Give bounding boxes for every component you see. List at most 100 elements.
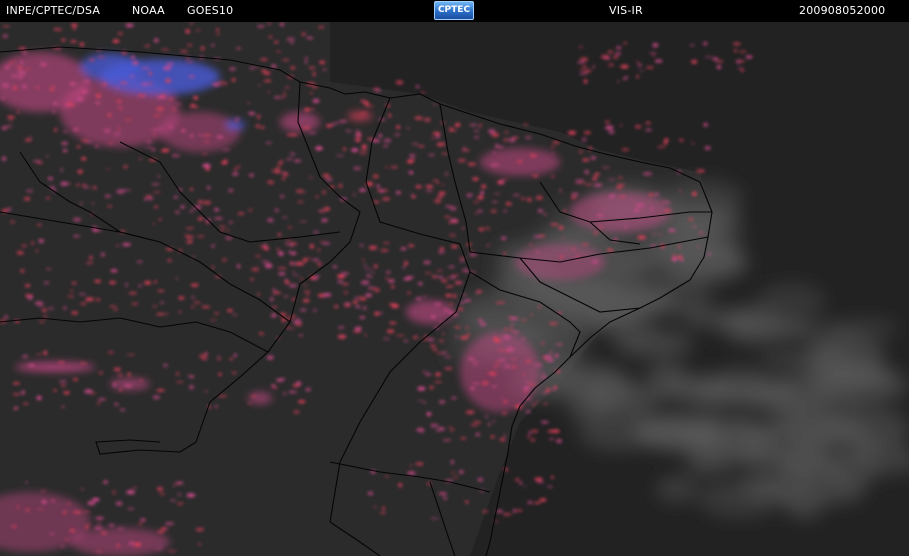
cloud-speck [80,302,87,305]
cloud-speck [699,231,703,233]
cloud-speck [293,410,300,414]
cloud-speck [448,127,454,132]
cloud-speck [61,405,65,408]
cloud-speck [745,55,753,59]
cloud-speck [231,372,237,374]
cloud-speck [322,190,326,194]
cloud-speck [362,258,365,262]
cloud-speck [113,382,117,387]
cloud-speck [549,351,553,353]
cloud-speck [577,61,586,64]
cloud-speck [341,283,349,286]
cloud-speck [417,145,425,148]
cloud-speck [290,251,297,255]
cloud-speck [109,523,115,527]
cloud-speck [458,469,464,474]
cloud-speck [284,243,292,245]
cloud-speck [563,209,567,213]
cloud-speck [255,66,260,68]
cloud-speck [281,95,286,99]
satellite-image [0,22,909,556]
cloud-speck [592,65,595,69]
cloud-speck [734,49,737,53]
cloud-speck [85,297,94,302]
cloud-speck [255,124,260,128]
cloud-speck [302,126,311,130]
cloud-speck [216,28,219,32]
cloud-speck [76,97,84,101]
cloud-speck [156,107,164,111]
cloud-speck [45,155,50,157]
cloud-speck [132,60,139,65]
cloud-speck [542,372,545,375]
cloud-speck [237,165,241,169]
cloud-speck [554,353,559,358]
cloud-speck [633,208,640,212]
cloud-speck [445,285,455,288]
cloud-speck [197,235,205,238]
cloud-speck [188,75,196,78]
cloud-speck [575,179,585,182]
cloud-speck [572,247,575,251]
cloud-speck [636,61,639,63]
cloud-speck [689,44,695,47]
low-cloud [784,401,844,437]
cloud-speck [504,131,508,134]
cloud-speck [289,263,299,265]
cloud-speck [38,305,45,307]
cloud-speck [521,374,526,376]
cloud-speck [101,531,107,535]
cloud-speck [467,162,476,167]
cloud-speck [319,241,324,243]
cloud-speck [71,23,78,28]
cloud-speck [502,411,507,415]
cloud-speck [475,432,480,437]
cloud-speck [453,476,459,479]
cloud-speck [636,74,639,79]
cloud-speck [219,80,222,83]
cloud-speck [555,343,563,346]
cloud-speck [156,313,165,316]
cloud-speck [131,487,138,489]
cloud-speck [556,439,563,443]
cloud-speck [195,527,205,532]
cloud-speck [306,293,310,296]
cloud-speck [448,426,452,429]
cloud-speck [220,81,228,86]
cloud-speck [624,76,629,78]
cloud-speck [545,388,551,393]
cloud-speck [403,277,411,281]
cloud-speck [473,129,480,132]
cloud-speck [359,316,366,319]
cloud-speck [658,233,662,236]
cloud-speck [424,272,432,274]
cloud-speck [395,80,404,85]
cloud-speck [54,127,58,132]
cloud-speck [214,208,220,212]
cloud-speck [533,501,542,504]
cloud-speck [17,110,20,114]
cloud-speck [679,189,682,193]
cloud-speck [406,159,414,164]
cloud-speck [502,334,511,340]
cloud-speck [362,305,367,311]
cloud-speck [36,508,46,510]
cloud-speck [283,91,286,96]
cloud-speck [443,356,452,358]
cloud-speck [364,268,372,270]
cloud-speck [461,149,471,152]
cloud-speck [77,169,83,174]
cloud-speck [4,65,10,69]
cloud-speck [444,293,453,297]
cloud-speck [283,392,286,396]
cloud-speck [537,209,544,213]
cloud-speck [146,140,152,144]
cloud-speck [601,166,611,169]
cloud-speck [221,228,224,233]
cloud-speck [503,251,506,257]
cloud-speck [409,464,412,467]
cloud-speck [423,295,427,298]
cloud-speck [600,54,610,59]
cloud-speck [78,293,86,296]
cloud-speck [60,545,65,548]
